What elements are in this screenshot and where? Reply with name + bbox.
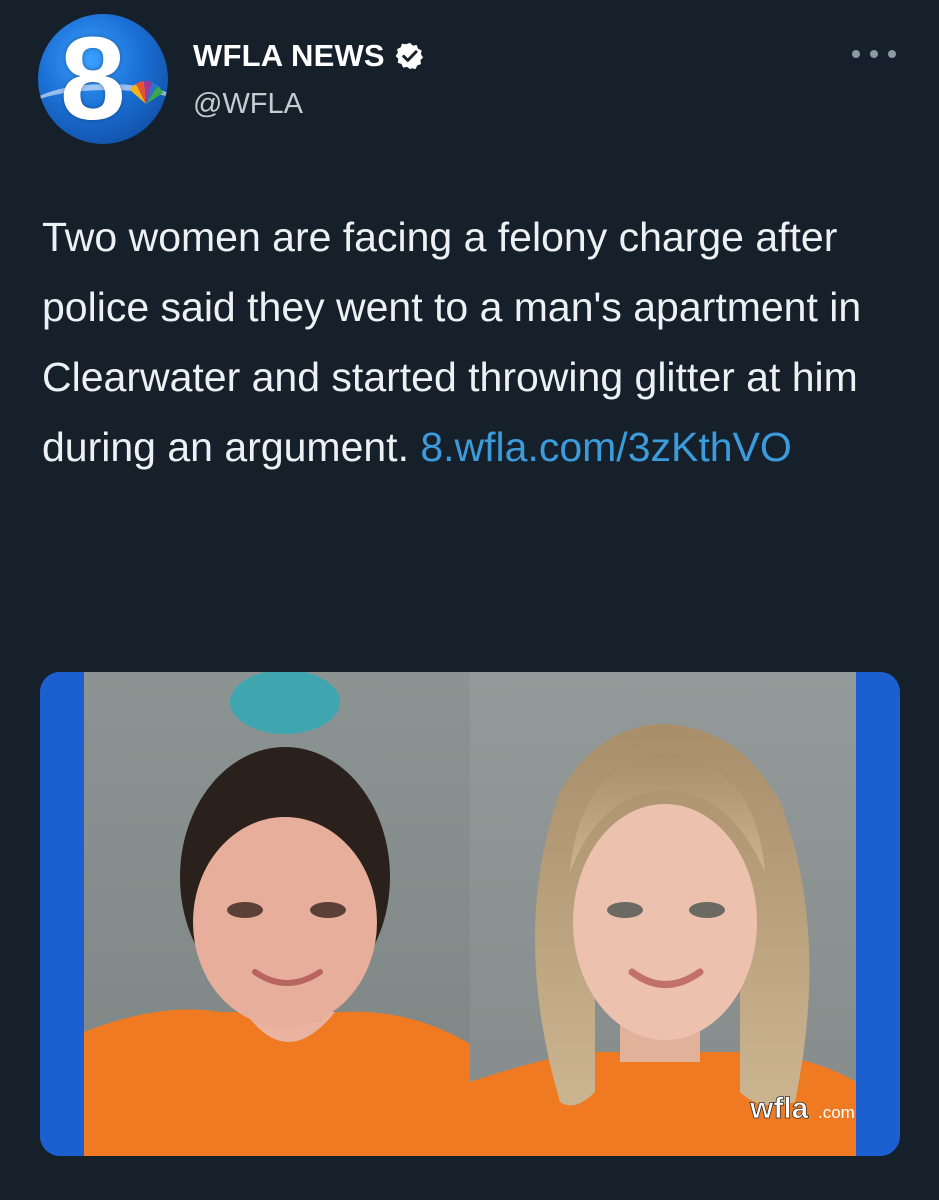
more-dot xyxy=(852,50,860,58)
display-name[interactable]: WFLA NEWS xyxy=(193,38,385,74)
watermark-main: wfla xyxy=(749,1092,809,1125)
more-dot xyxy=(888,50,896,58)
avatar[interactable]: 8 xyxy=(38,14,168,144)
tweet-text: Two women are facing a felony charge aft… xyxy=(42,202,902,482)
name-row: WFLA NEWS xyxy=(193,38,425,74)
mugshot-image: wfla .com xyxy=(40,672,900,1156)
more-dot xyxy=(870,50,878,58)
tweet-link[interactable]: 8.wfla.com/​3zKthVO xyxy=(420,424,791,470)
verified-badge-icon xyxy=(395,42,423,70)
tweet: 8 WFLA NEWS @WFLA Two women are facing a… xyxy=(0,0,939,1200)
more-options-icon[interactable] xyxy=(852,44,896,64)
handle[interactable]: @WFLA xyxy=(193,88,303,121)
tweet-media[interactable]: wfla .com xyxy=(40,672,900,1156)
watermark-suffix: .com xyxy=(818,1103,855,1122)
wfla-8-logo-icon: 8 xyxy=(60,14,126,144)
peacock-icon xyxy=(130,80,163,104)
